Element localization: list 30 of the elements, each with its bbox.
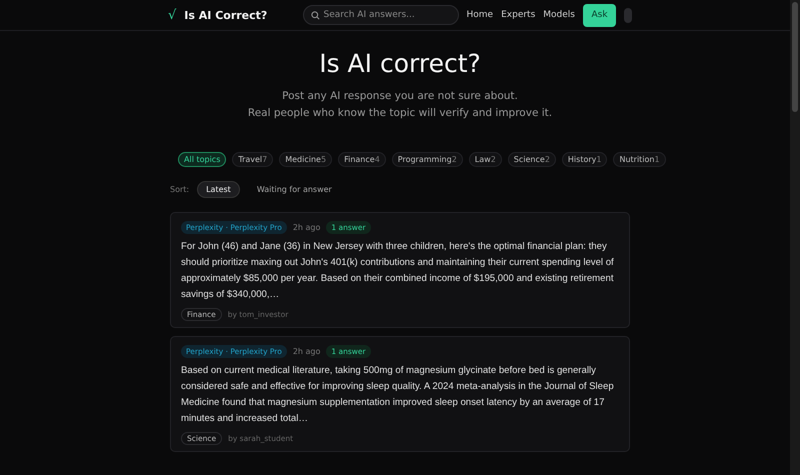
topic-chip[interactable]: Programming2 <box>392 152 463 167</box>
topic-chip[interactable]: Science2 <box>508 152 556 167</box>
scrollbar[interactable] <box>790 0 800 475</box>
post-card[interactable] <box>170 212 630 328</box>
topic-chip[interactable]: Nutrition1 <box>613 152 666 167</box>
search-field[interactable]: Search AI answers... <box>302 5 459 25</box>
subtitle: Real people who know the topic will verify and improve it. <box>248 106 552 121</box>
post-card[interactable] <box>170 336 630 452</box>
nav-link[interactable]: Experts <box>501 10 536 20</box>
subtitle: Post any AI response you are not sure about. <box>282 89 518 104</box>
page-title: Is AI correct? <box>319 49 481 78</box>
post-time: 2h ago <box>292 347 320 356</box>
brand-name: Is AI Correct? <box>184 8 268 22</box>
sort-option[interactable]: Waiting for answer <box>248 181 341 198</box>
sort-label: Sort: <box>170 185 190 194</box>
topic-chip[interactable]: Travel7 <box>232 152 274 167</box>
topic-chip[interactable]: All topics <box>178 152 226 167</box>
ask-button[interactable]: Ask <box>583 4 616 26</box>
logo-mark: √ <box>168 8 176 22</box>
post-text: For John (46) and Jane (36) in New Jersey with three children, here's the optimal financial plan: they should prioritize maxing out John's 401(k) contributions and maintaining their current spending level of approximately $85,000 per year. Based on their combined income of $195,000 and existing retirement savings of $340,000,… <box>181 240 615 302</box>
topic-chip[interactable]: Finance4 <box>338 152 386 167</box>
nav-link[interactable]: Models <box>543 10 575 20</box>
search-icon <box>310 11 320 20</box>
topic-chip[interactable]: Medicine5 <box>279 152 332 167</box>
topic-chip[interactable]: Law2 <box>468 152 502 167</box>
post-text: Based on current medical literature, taking 500mg of magnesium glycinate before bed is generally considered safe and effective for improving sleep quality. A 2024 meta-analysis in the Journal of Sleep Medicine found that magnesium supplementation improved sleep onset latency by an average of 17 minutes and increased total… <box>181 364 615 426</box>
nav-link[interactable]: Home <box>466 10 494 20</box>
post-time: 2h ago <box>292 223 320 232</box>
topic-chip[interactable]: History1 <box>562 152 608 167</box>
sort-option[interactable]: Latest <box>197 181 240 198</box>
